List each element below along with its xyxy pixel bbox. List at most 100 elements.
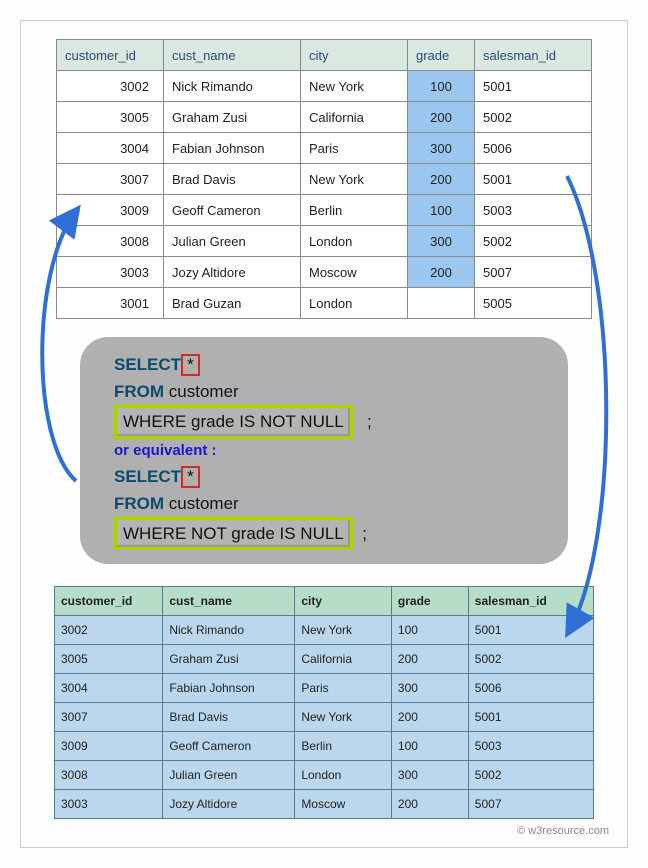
table-cell: 5006 bbox=[468, 674, 593, 703]
column-header: salesman_id bbox=[468, 587, 593, 616]
table-cell: 5002 bbox=[475, 102, 592, 133]
star-wildcard: * bbox=[181, 354, 200, 376]
column-header: salesman_id bbox=[475, 40, 592, 71]
table-cell: 5001 bbox=[475, 164, 592, 195]
table-cell: 5007 bbox=[475, 257, 592, 288]
semicolon: ; bbox=[367, 412, 372, 431]
from-keyword: FROM bbox=[114, 494, 164, 513]
table-cell: Nick Rimando bbox=[163, 616, 295, 645]
sql-query-box: SELECT* FROM customer WHERE grade IS NOT… bbox=[80, 337, 568, 564]
table-row: 3008Julian GreenLondon3005002 bbox=[57, 226, 592, 257]
column-header: grade bbox=[408, 40, 475, 71]
table-cell: Julian Green bbox=[163, 761, 295, 790]
sql-line-5: FROM customer bbox=[114, 490, 544, 517]
table-row: 3005Graham ZusiCalifornia2005002 bbox=[55, 645, 594, 674]
table-cell: London bbox=[301, 226, 408, 257]
table-cell: 3009 bbox=[57, 195, 164, 226]
table-cell: Brad Guzan bbox=[164, 288, 301, 319]
table-cell: California bbox=[295, 645, 392, 674]
source-table: customer_idcust_namecitygradesalesman_id… bbox=[56, 39, 592, 319]
table-cell: 100 bbox=[391, 732, 468, 761]
table-cell: 300 bbox=[391, 674, 468, 703]
table-cell: 200 bbox=[408, 102, 475, 133]
table-cell: Paris bbox=[301, 133, 408, 164]
table-cell: 3002 bbox=[57, 71, 164, 102]
table-cell bbox=[408, 288, 475, 319]
table-cell: New York bbox=[295, 616, 392, 645]
table-cell: Fabian Johnson bbox=[164, 133, 301, 164]
table-cell: 3001 bbox=[57, 288, 164, 319]
table-cell: 5003 bbox=[475, 195, 592, 226]
result-table: customer_idcust_namecitygradesalesman_id… bbox=[54, 586, 594, 819]
or-equivalent-label: or equivalent : bbox=[114, 439, 544, 463]
table-row: 3007Brad DavisNew York2005001 bbox=[55, 703, 594, 732]
select-keyword: SELECT bbox=[114, 467, 181, 486]
semicolon: ; bbox=[362, 524, 367, 543]
table-cell: 5002 bbox=[468, 645, 593, 674]
sql-line-2: FROM customer bbox=[114, 378, 544, 405]
table-row: 3002Nick RimandoNew York1005001 bbox=[57, 71, 592, 102]
from-keyword: FROM bbox=[114, 382, 164, 401]
table-row: 3008Julian GreenLondon3005002 bbox=[55, 761, 594, 790]
table-cell: 300 bbox=[391, 761, 468, 790]
table-cell: 300 bbox=[408, 133, 475, 164]
table-cell: 3008 bbox=[55, 761, 163, 790]
table-cell: 100 bbox=[391, 616, 468, 645]
table-cell: 200 bbox=[408, 257, 475, 288]
table-row: 3004Fabian JohnsonParis3005006 bbox=[57, 133, 592, 164]
table-row: 3009Geoff CameronBerlin1005003 bbox=[55, 732, 594, 761]
table-cell: Brad Davis bbox=[164, 164, 301, 195]
table-cell: Paris bbox=[295, 674, 392, 703]
table-cell: 3004 bbox=[57, 133, 164, 164]
column-header: cust_name bbox=[164, 40, 301, 71]
table-cell: 200 bbox=[408, 164, 475, 195]
table-cell: 100 bbox=[408, 195, 475, 226]
table-cell: Moscow bbox=[295, 790, 392, 819]
sql-line-1: SELECT* bbox=[114, 351, 544, 378]
table-cell: Brad Davis bbox=[163, 703, 295, 732]
table-cell: 3005 bbox=[57, 102, 164, 133]
table-cell: 3007 bbox=[55, 703, 163, 732]
column-header: customer_id bbox=[57, 40, 164, 71]
table-cell: 3005 bbox=[55, 645, 163, 674]
table-cell: 3002 bbox=[55, 616, 163, 645]
table-cell: Nick Rimando bbox=[164, 71, 301, 102]
table-cell: 5001 bbox=[468, 616, 593, 645]
table-cell: 5007 bbox=[468, 790, 593, 819]
select-keyword: SELECT bbox=[114, 355, 181, 374]
table-cell: 100 bbox=[408, 71, 475, 102]
diagram-container: customer_idcust_namecitygradesalesman_id… bbox=[20, 20, 628, 848]
table-row: 3009Geoff CameronBerlin1005003 bbox=[57, 195, 592, 226]
table-cell: 5002 bbox=[468, 761, 593, 790]
table-cell: London bbox=[295, 761, 392, 790]
table-cell: 5001 bbox=[475, 71, 592, 102]
column-header: customer_id bbox=[55, 587, 163, 616]
table-cell: New York bbox=[301, 71, 408, 102]
column-header: city bbox=[301, 40, 408, 71]
table-cell: Julian Green bbox=[164, 226, 301, 257]
table-cell: Jozy Altidore bbox=[164, 257, 301, 288]
table-cell: New York bbox=[295, 703, 392, 732]
table-cell: 5002 bbox=[475, 226, 592, 257]
table-row: 3003Jozy AltidoreMoscow2005007 bbox=[55, 790, 594, 819]
sql-line-4: SELECT* bbox=[114, 463, 544, 490]
table-cell: Geoff Cameron bbox=[164, 195, 301, 226]
table-cell: 300 bbox=[408, 226, 475, 257]
table-cell: 5005 bbox=[475, 288, 592, 319]
table-cell: 200 bbox=[391, 703, 468, 732]
table-cell: 5003 bbox=[468, 732, 593, 761]
table-cell: Jozy Altidore bbox=[163, 790, 295, 819]
copyright-text: © w3resource.com bbox=[39, 825, 609, 837]
table-cell: Berlin bbox=[295, 732, 392, 761]
table-cell: 3008 bbox=[57, 226, 164, 257]
table-row: 3004Fabian JohnsonParis3005006 bbox=[55, 674, 594, 703]
table-name: customer bbox=[169, 382, 239, 401]
table-cell: New York bbox=[301, 164, 408, 195]
table-cell: London bbox=[301, 288, 408, 319]
table-cell: Graham Zusi bbox=[163, 645, 295, 674]
table-cell: 5006 bbox=[475, 133, 592, 164]
column-header: grade bbox=[391, 587, 468, 616]
table-cell: 3003 bbox=[57, 257, 164, 288]
column-header: city bbox=[295, 587, 392, 616]
sql-line-6: WHERE NOT grade IS NULL ; bbox=[114, 517, 544, 550]
